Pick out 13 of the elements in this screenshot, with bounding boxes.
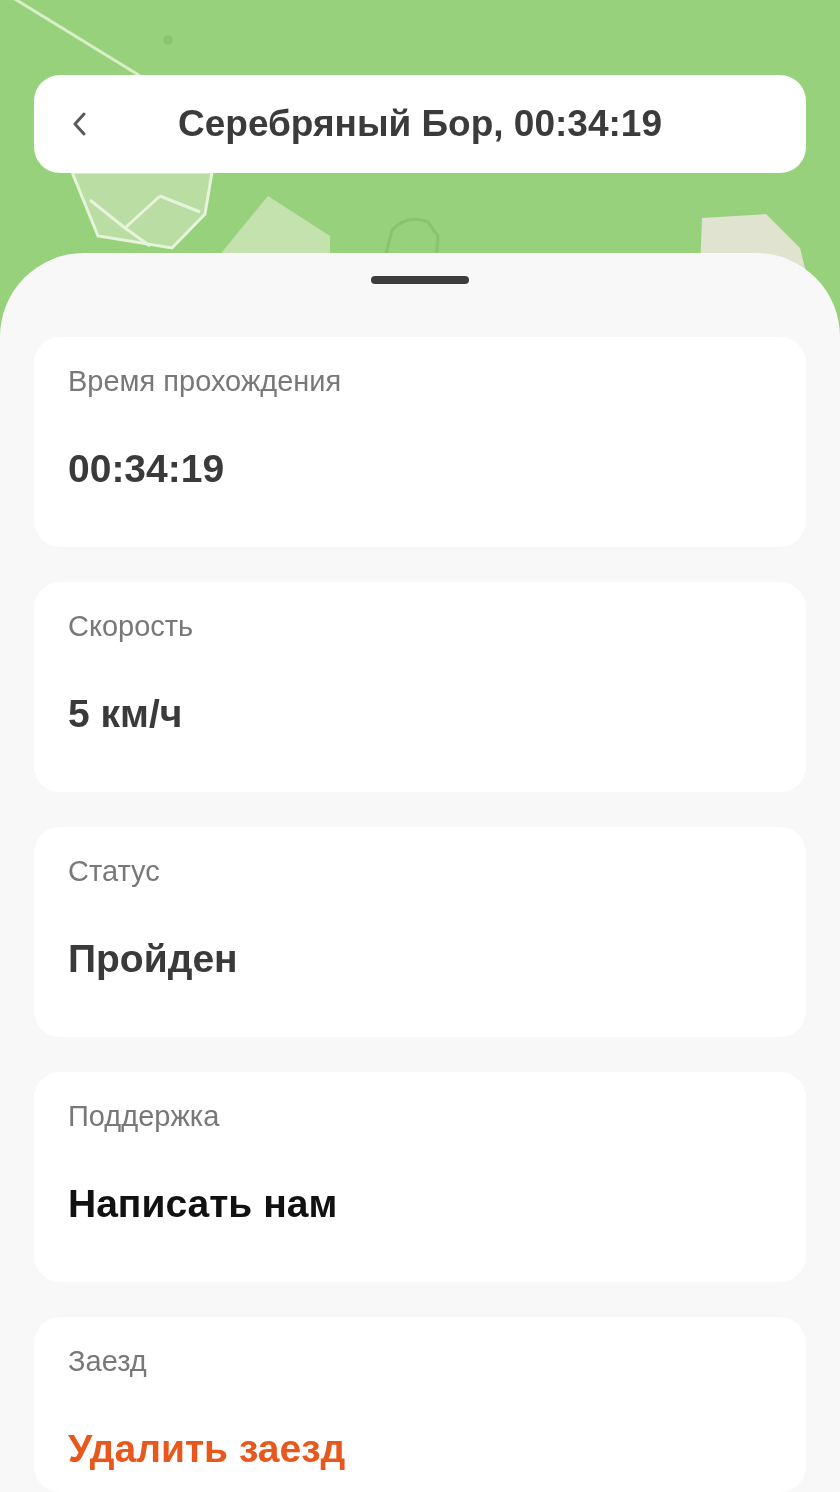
card-label: Скорость (68, 609, 194, 644)
card-value: 00:34:19 (68, 446, 225, 492)
card-value: Пройден (68, 936, 238, 982)
card-label: Заезд (68, 1344, 147, 1379)
card-label: Время прохождения (68, 364, 342, 399)
card-label: Поддержка (68, 1099, 220, 1134)
support-link[interactable]: Написать нам (68, 1180, 338, 1228)
card-label: Статус (68, 854, 160, 889)
card-value: 5 км/ч (68, 691, 183, 737)
delete-link[interactable]: Удалить заезд (68, 1425, 346, 1473)
header-title: Серебряный Бор, 00:34:19 (177, 102, 663, 146)
drag-handle[interactable] (371, 276, 469, 284)
chevron-left-icon (72, 112, 86, 136)
